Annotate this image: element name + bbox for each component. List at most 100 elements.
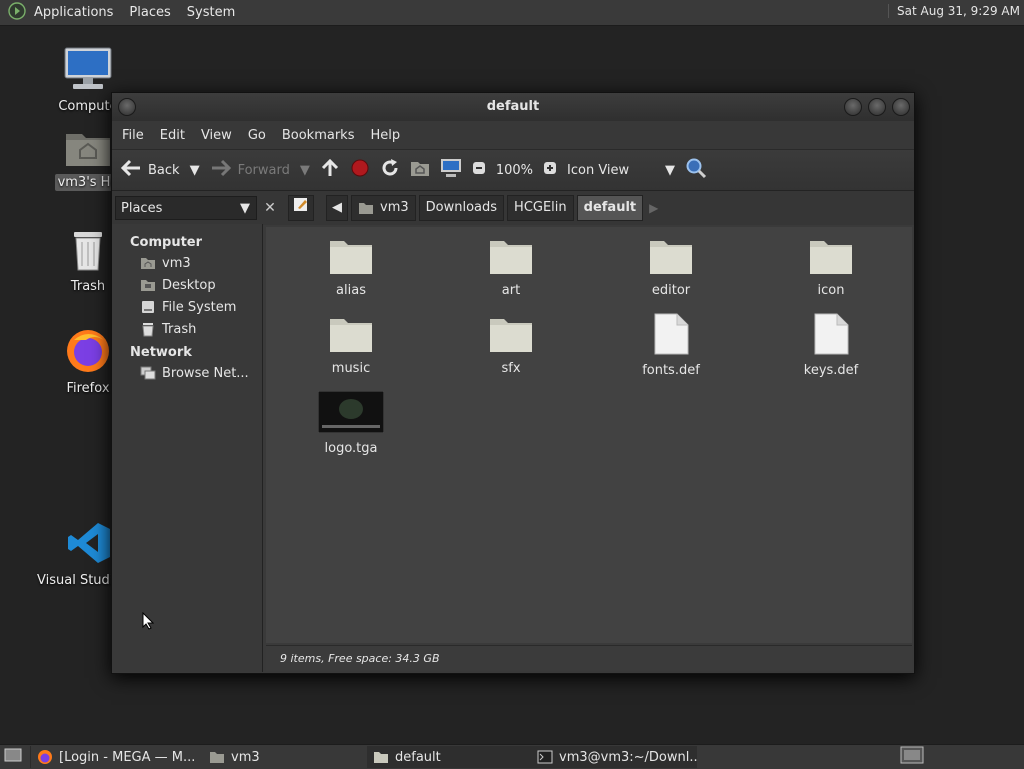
file-icon-view[interactable]: alias art editor icon music sfx fonts.de… <box>266 227 912 643</box>
workspace-icon <box>900 746 924 768</box>
vscode-icon <box>66 523 112 570</box>
file-name: icon <box>817 283 845 298</box>
trash-icon <box>140 321 156 337</box>
side-pane-close-button[interactable]: ✕ <box>260 197 280 219</box>
menu-view[interactable]: View <box>193 128 240 143</box>
breadcrumb-downloads[interactable]: Downloads <box>418 195 505 221</box>
taskbar-item-vm3[interactable]: vm3 <box>203 746 367 768</box>
menu-edit[interactable]: Edit <box>152 128 193 143</box>
chevron-down-icon: ▼ <box>665 162 676 178</box>
places-sidebar: Computer vm3 Desktop File System Trash N… <box>112 224 263 672</box>
menu-bookmarks[interactable]: Bookmarks <box>274 128 363 143</box>
sidebar-item-desktop[interactable]: Desktop <box>112 274 262 296</box>
side-pane-select[interactable]: Places ▼ <box>115 196 257 220</box>
distro-logo-icon[interactable] <box>8 1 26 24</box>
folder-icon <box>489 319 533 357</box>
file-item[interactable]: icon <box>771 237 891 298</box>
menu-help[interactable]: Help <box>362 128 408 143</box>
file-name: keys.def <box>803 363 859 378</box>
trash-icon <box>68 232 108 276</box>
status-text: 9 items, Free space: 34.3 GB <box>280 652 440 665</box>
file-item[interactable]: logo.tga <box>291 390 411 456</box>
file-item[interactable]: editor <box>611 237 731 298</box>
zoom-out-button[interactable] <box>472 161 486 179</box>
status-bar: 9 items, Free space: 34.3 GB <box>266 645 912 671</box>
close-icon: ✕ <box>264 200 276 216</box>
stop-icon <box>350 158 370 182</box>
folder-icon <box>373 750 389 764</box>
breadcrumb-vm3[interactable]: vm3 <box>351 195 416 221</box>
computer-button[interactable] <box>440 158 462 182</box>
file-item[interactable]: alias <box>291 237 411 298</box>
chevron-down-icon: ▼ <box>299 162 310 178</box>
sidebar-item-trash[interactable]: Trash <box>112 318 262 340</box>
file-item[interactable]: sfx <box>451 315 571 376</box>
file-name: fonts.def <box>642 363 700 378</box>
window-menu-button[interactable] <box>118 98 136 116</box>
zoom-out-icon <box>472 161 486 179</box>
reload-button[interactable] <box>380 158 400 182</box>
forward-arrow-icon <box>210 159 232 181</box>
breadcrumb-label: vm3 <box>380 200 409 215</box>
sidebar-header-computer: Computer <box>130 235 203 250</box>
sidebar-item-file-system[interactable]: File System <box>112 296 262 318</box>
show-desktop-button[interactable] <box>0 746 30 768</box>
taskbar-item-browser[interactable]: [Login - MEGA — M... <box>30 746 203 768</box>
minimize-button[interactable] <box>844 98 862 116</box>
reload-icon <box>380 158 400 182</box>
folder-icon <box>809 241 853 279</box>
menu-go[interactable]: Go <box>240 128 274 143</box>
file-manager-window: default File Edit View Go Bookmarks Help… <box>111 92 915 674</box>
folder-icon <box>329 319 373 357</box>
folder-icon <box>489 241 533 279</box>
file-item[interactable]: fonts.def <box>611 313 731 378</box>
desktop-icon-label: Trash <box>70 279 106 294</box>
document-icon <box>813 313 849 359</box>
view-mode-select[interactable]: Icon View ▼ <box>567 163 675 178</box>
system-menu[interactable]: System <box>179 5 243 20</box>
sidebar-item-browse-network[interactable]: Browse Net... <box>112 362 262 384</box>
workspace-switcher[interactable] <box>900 746 924 768</box>
search-button[interactable] <box>685 157 707 183</box>
places-menu[interactable]: Places <box>121 5 178 20</box>
desktop-icon-label: Firefox <box>66 381 110 396</box>
sidebar-item-vm3[interactable]: vm3 <box>112 252 262 274</box>
zoom-level: 100% <box>496 163 533 178</box>
bottom-taskbar: [Login - MEGA — M... vm3 default vm3@vm3… <box>0 744 1024 769</box>
file-item[interactable]: music <box>291 315 411 376</box>
zoom-in-icon <box>543 161 557 179</box>
stop-button[interactable] <box>350 158 370 182</box>
up-button[interactable] <box>320 158 340 182</box>
zoom-in-button[interactable] <box>543 161 557 179</box>
menu-file[interactable]: File <box>114 128 152 143</box>
file-name: music <box>331 361 371 376</box>
breadcrumb-label: Downloads <box>425 200 498 215</box>
breadcrumb-default[interactable]: default <box>576 195 644 221</box>
applications-menu[interactable]: Applications <box>26 5 121 20</box>
menubar: File Edit View Go Bookmarks Help <box>112 121 914 149</box>
forward-history-dropdown[interactable]: ▼ <box>300 163 310 178</box>
taskbar-item-terminal[interactable]: vm3@vm3:~/Downl... <box>531 746 697 768</box>
file-name: editor <box>651 283 691 298</box>
window-titlebar[interactable]: default <box>112 93 914 121</box>
window-title: default <box>486 99 540 114</box>
breadcrumb-hcgelin[interactable]: HCGElin <box>507 195 574 221</box>
taskbar-item-default[interactable]: default <box>367 746 531 768</box>
desktop-icon <box>4 748 22 766</box>
home-button[interactable] <box>410 159 430 181</box>
back-history-dropdown[interactable]: ▼ <box>190 163 200 178</box>
panel-clock[interactable]: Sat Aug 31, 9:29 AM <box>888 4 1020 18</box>
breadcrumb-label: HCGElin <box>514 200 567 215</box>
maximize-button[interactable] <box>868 98 886 116</box>
breadcrumb-scroll-left[interactable]: ◀ <box>326 195 348 221</box>
toggle-location-entry-button[interactable] <box>288 195 314 221</box>
breadcrumb-scroll-right[interactable]: ▶ <box>649 201 658 215</box>
home-folder-icon <box>358 201 374 215</box>
close-button[interactable] <box>892 98 910 116</box>
forward-button[interactable]: Forward <box>210 159 290 181</box>
file-item[interactable]: keys.def <box>771 313 891 378</box>
computer-icon <box>63 47 113 96</box>
back-button[interactable]: Back <box>120 159 180 181</box>
home-folder-icon <box>140 255 156 271</box>
file-item[interactable]: art <box>451 237 571 298</box>
